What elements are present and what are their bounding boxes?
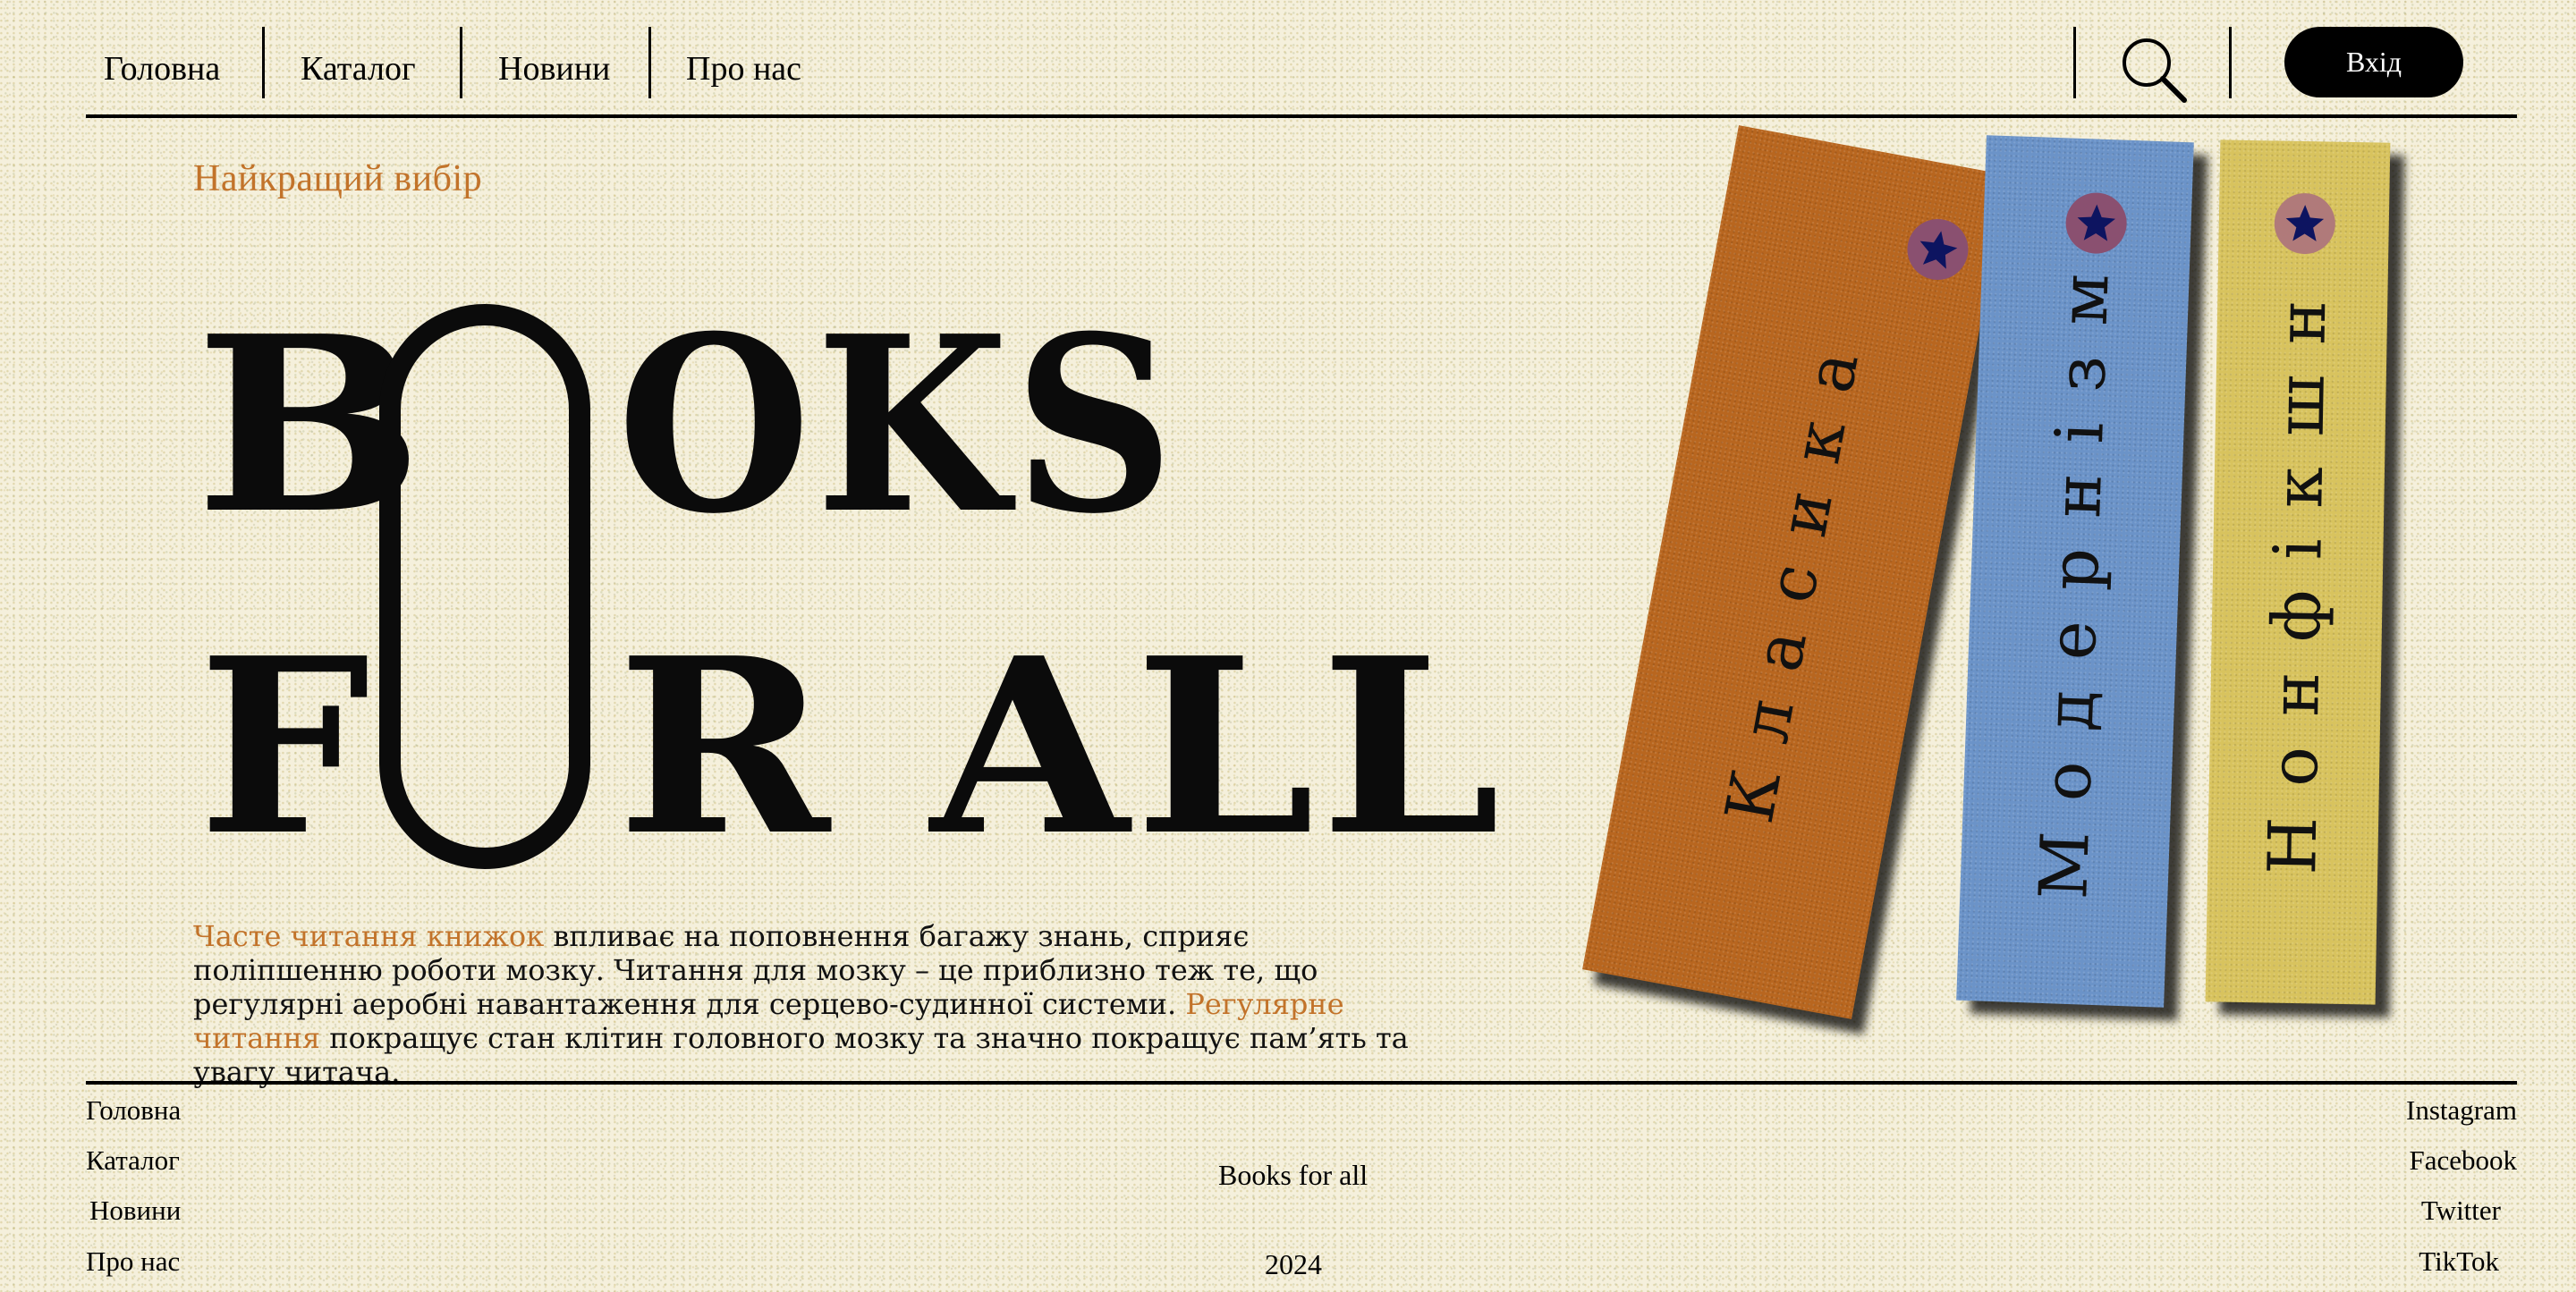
footer-divider — [86, 1081, 2517, 1085]
accent-link-frequent-reading[interactable]: Часте читання книжок — [193, 919, 544, 953]
book-label-classics: Класика — [1711, 316, 1879, 829]
footer-link-facebook[interactable]: Facebook — [2409, 1144, 2517, 1177]
hero-word-oks: OKS — [617, 283, 1180, 567]
book-classics[interactable]: Класика — [1582, 125, 2008, 1019]
book-label-nonfiction: Нонфікшн — [2254, 269, 2342, 875]
nav-divider — [460, 27, 462, 98]
nav-item-catalog[interactable]: Каталог — [301, 27, 416, 111]
book-modernism[interactable]: Модернізм — [1956, 135, 2194, 1008]
paragraph-text: покращує стан клітин головного мозку та … — [193, 1021, 1409, 1089]
footer-link-about[interactable]: Про нас — [86, 1246, 180, 1278]
hero-word-r-all: R ALL — [617, 604, 1506, 889]
hero-big-o — [379, 304, 590, 869]
nav-item-about[interactable]: Про нас — [686, 27, 801, 111]
header-divider — [86, 114, 2517, 118]
nav-item-news[interactable]: Новини — [498, 27, 610, 111]
star-icon — [2274, 192, 2336, 255]
nav-divider — [2073, 27, 2076, 98]
nav-divider — [262, 27, 265, 98]
footer-link-twitter[interactable]: Twitter — [2421, 1195, 2501, 1227]
footer-link-news[interactable]: Новини — [89, 1195, 181, 1227]
footer-link-tiktok[interactable]: TikTok — [2419, 1246, 2499, 1278]
footer-title: Books for all — [1218, 1159, 1368, 1191]
star-icon — [1902, 214, 1974, 285]
nav-divider — [2229, 27, 2232, 98]
footer-link-home[interactable]: Головна — [86, 1094, 181, 1127]
footer-year: 2024 — [1265, 1248, 1322, 1280]
hero-paragraph: Часте читання книжок впливає на поповнен… — [193, 919, 1410, 1089]
tagline: Найкращий вибір — [193, 158, 483, 199]
footer-link-catalog[interactable]: Каталог — [86, 1144, 180, 1177]
footer-link-instagram[interactable]: Instagram — [2406, 1094, 2517, 1127]
book-label-modernism: Модернізм — [2025, 241, 2125, 901]
search-icon[interactable] — [2118, 34, 2190, 106]
login-button[interactable]: Вхід — [2284, 27, 2463, 97]
nav-item-home[interactable]: Головна — [104, 27, 220, 111]
book-nonfiction[interactable]: Нонфікшн — [2205, 139, 2391, 1005]
nav-divider — [648, 27, 651, 98]
hero-letter-f: F — [199, 604, 376, 889]
